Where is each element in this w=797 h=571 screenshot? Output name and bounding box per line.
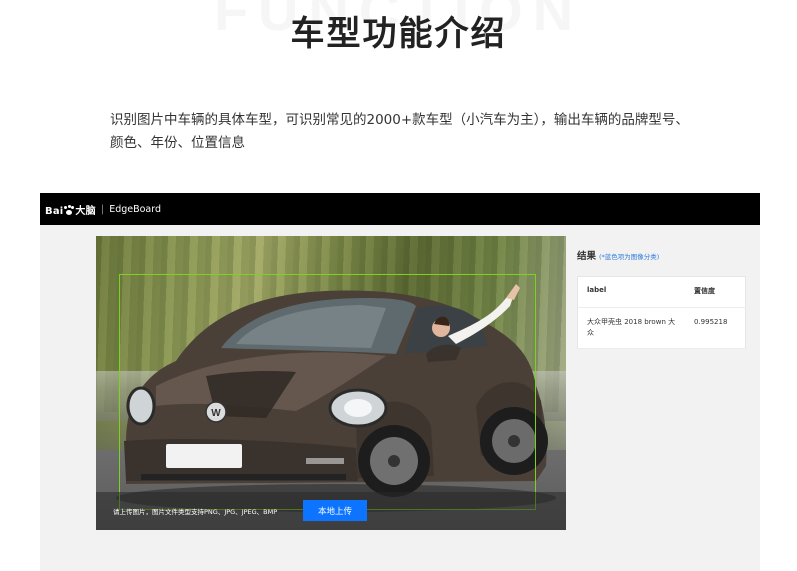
local-upload-button[interactable]: 本地上传 — [303, 500, 367, 521]
paw-icon — [64, 204, 75, 215]
upload-bar: 请上传图片，图片文件类型支持PNG、JPG、JPEG、BMP 本地上传 — [96, 492, 566, 530]
result-heading: 结果 (*蓝色项为图像分类) — [577, 248, 747, 262]
result-table: label 置信度 大众甲壳虫 2018 brown 大众 0.995218 — [577, 276, 746, 349]
upload-hint: 请上传图片，图片文件类型支持PNG、JPG、JPEG、BMP — [113, 508, 278, 516]
table-header-row: label 置信度 — [577, 276, 746, 308]
column-header-label: label — [577, 276, 685, 308]
result-label-cell: 大众甲壳虫 2018 brown 大众 — [577, 307, 685, 349]
baidu-brain-logo: Bai 大脑 — [45, 202, 96, 217]
detection-bounding-box — [119, 274, 536, 510]
demo-panel: Bai 大脑 | EdgeBoard W 请上传图片，图片文件类型支持PNG、J… — [40, 193, 760, 571]
product-name: EdgeBoard — [109, 203, 162, 215]
logo-suffix: 大脑 — [75, 205, 96, 217]
intro-line-2: 颜色、年份、位置信息 — [110, 135, 245, 151]
confidence-value: 0.995218 — [694, 318, 728, 326]
intro-text: 识别图片中车辆的具体车型，可识别常见的2000+款车型（小汽车为主），输出车辆的… — [110, 109, 710, 155]
uploaded-image-panel: W 请上传图片，图片文件类型支持PNG、JPG、JPEG、BMP 本地上传 — [96, 236, 566, 530]
page-title: 车型功能介绍 — [290, 14, 507, 54]
intro-line-1: 识别图片中车辆的具体车型，可识别常见的2000+款车型（小汽车为主），输出车辆的… — [110, 112, 689, 128]
result-confidence-cell: 0.995218 — [685, 307, 746, 349]
demo-header: Bai 大脑 | EdgeBoard — [40, 193, 760, 225]
header-separator: | — [100, 203, 105, 215]
result-title: 结果 — [577, 251, 597, 262]
logo-prefix: Bai — [45, 205, 64, 217]
result-panel: 结果 (*蓝色项为图像分类) label 置信度 大众甲壳虫 2018 brown… — [577, 248, 747, 349]
result-note: (*蓝色项为图像分类) — [599, 253, 660, 261]
column-header-confidence: 置信度 — [685, 276, 746, 308]
table-row[interactable]: 大众甲壳虫 2018 brown 大众 0.995218 — [577, 307, 746, 349]
